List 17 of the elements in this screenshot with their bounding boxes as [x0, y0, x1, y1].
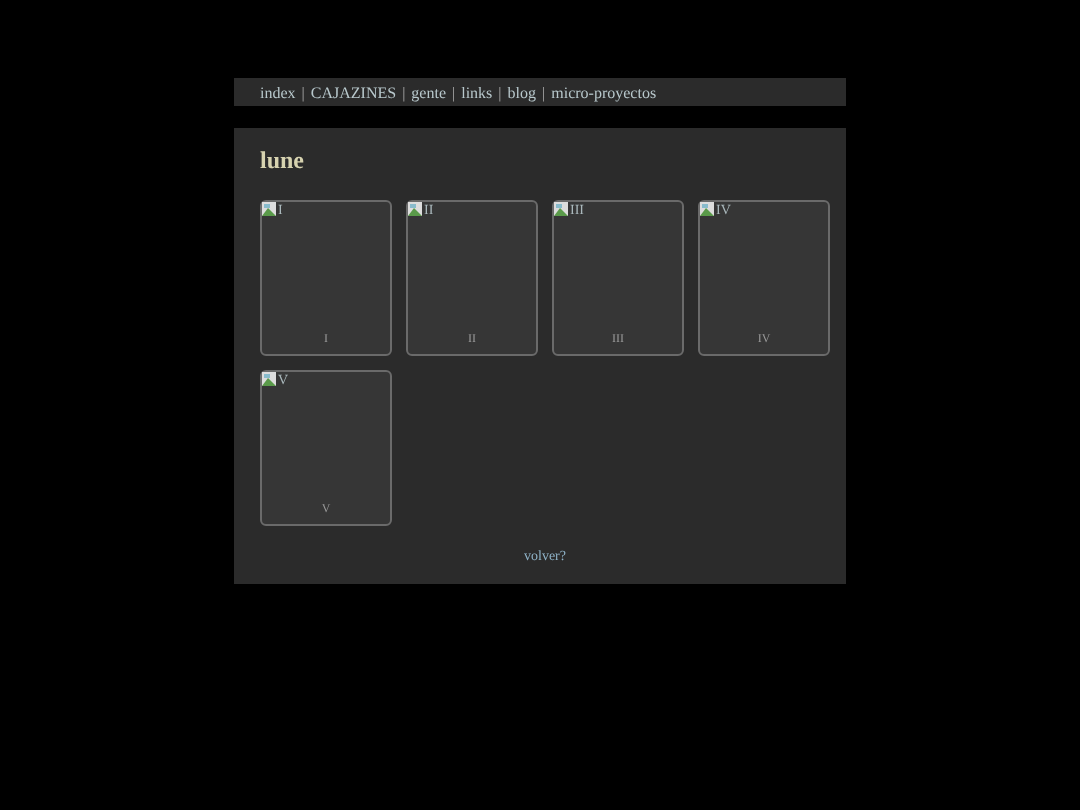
separator: | [301, 83, 305, 101]
nav-link[interactable]: gente [411, 83, 446, 101]
page-title: lune [260, 148, 307, 178]
nav-link[interactable]: CAJAZINES [310, 83, 397, 101]
separator: | [498, 83, 502, 101]
separator: | [452, 83, 456, 101]
broken-image-icon [262, 372, 276, 386]
nav-link[interactable]: links [461, 83, 493, 101]
nav-link[interactable]: index [260, 83, 296, 101]
nav-link[interactable]: micro-proyectos [551, 83, 657, 101]
broken-image-icon [554, 202, 568, 216]
broken-image-icon [262, 202, 276, 216]
broken-image-icon [700, 202, 714, 216]
separator: | [402, 83, 406, 101]
separator: | [542, 83, 546, 101]
nav-link[interactable]: blog [507, 83, 537, 101]
broken-image-icon [408, 202, 422, 216]
